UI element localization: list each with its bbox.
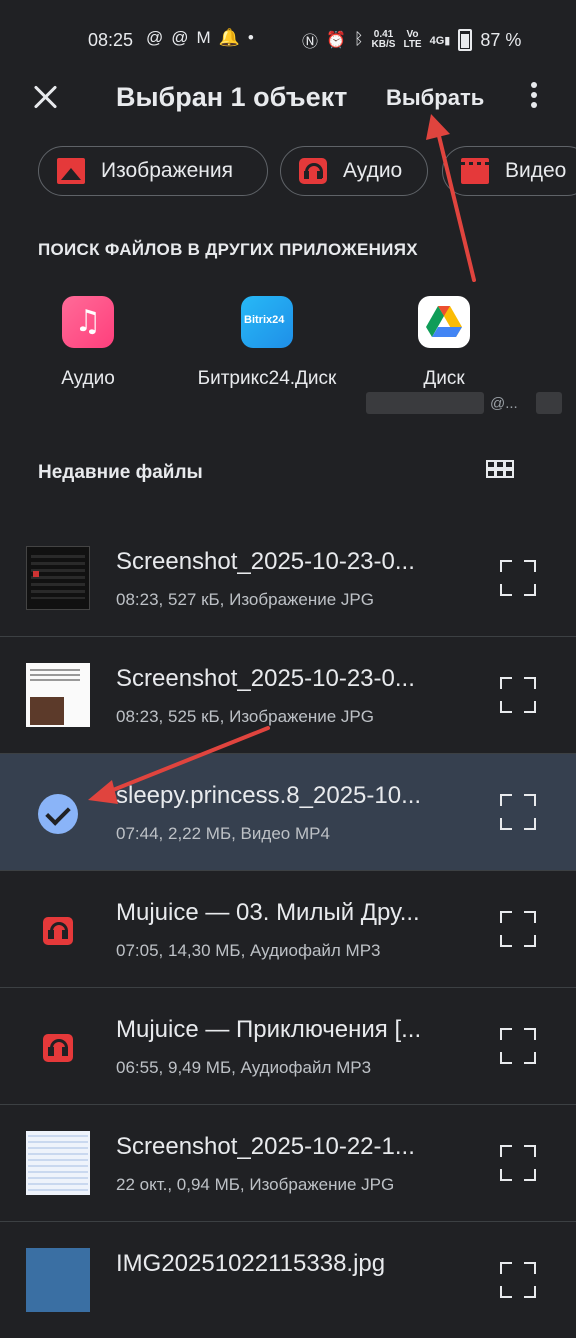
app-google-drive[interactable]: Диск <box>404 296 484 390</box>
recent-files-title: Недавние файлы <box>38 462 203 483</box>
bell-icon: 🔔 <box>218 28 240 47</box>
expand-icon[interactable] <box>498 1026 538 1066</box>
file-thumbnail <box>26 546 90 610</box>
headphones-icon <box>43 1034 73 1062</box>
gmail-icon: M <box>196 28 211 47</box>
headphones-icon <box>43 917 73 945</box>
file-name: Screenshot_2025-10-23-0... <box>116 548 415 575</box>
alarm-icon: ⏰ <box>326 32 346 49</box>
google-drive-icon <box>418 296 470 348</box>
image-icon <box>57 158 85 184</box>
toolbar: Выбран 1 объект Выбрать <box>0 68 576 128</box>
signal-icon: 4G▮ <box>429 34 451 47</box>
file-meta: 07:44, 2,22 МБ, Видео MP4 <box>116 824 330 843</box>
file-row[interactable]: Screenshot_2025-10-23-0... 08:23, 525 кБ… <box>0 637 576 754</box>
app-label: Диск <box>423 368 465 389</box>
battery-percent: 87 % <box>480 29 522 50</box>
check-circle-icon[interactable] <box>38 794 78 834</box>
file-row-selected[interactable]: sleepy.princess.8_2025-10... 07:44, 2,22… <box>0 754 576 871</box>
app-audio[interactable]: Аудио <box>50 296 126 390</box>
file-thumbnail <box>26 1131 90 1195</box>
file-row[interactable]: IMG20251022115338.jpg <box>0 1222 576 1338</box>
bluetooth-icon: ᛒ <box>353 31 364 48</box>
chip-label: Аудио <box>343 159 403 182</box>
music-note-icon <box>62 296 114 348</box>
close-icon[interactable] <box>28 80 62 114</box>
expand-icon[interactable] <box>498 909 538 949</box>
account-fragment: @... <box>490 395 518 412</box>
chip-audio[interactable]: Аудио <box>280 146 428 196</box>
headphones-icon <box>299 158 327 184</box>
chip-label: Изображения <box>101 159 233 182</box>
bitrix24-icon-text: Bitrix24 <box>244 314 285 326</box>
file-name: Screenshot_2025-10-23-0... <box>116 665 415 692</box>
page-title: Выбран 1 объект <box>116 82 348 112</box>
expand-icon[interactable] <box>498 1260 538 1300</box>
grid-view-icon[interactable] <box>486 460 514 482</box>
other-apps-title: ПОИСК ФАЙЛОВ В ДРУГИХ ПРИЛОЖЕНИЯХ <box>38 240 418 259</box>
more-options-icon[interactable] <box>524 82 544 112</box>
notification-icons: @ @ M 🔔 • <box>146 28 254 48</box>
signal-label: 4G <box>429 34 445 47</box>
file-row[interactable]: Mujuice — Приключения [... 06:55, 9,49 М… <box>0 988 576 1105</box>
category-chips: Изображения Аудио Видео <box>38 146 576 198</box>
expand-icon[interactable] <box>498 792 538 832</box>
app-label: Аудио <box>61 368 115 389</box>
file-name: Mujuice — Приключения [... <box>116 1016 422 1043</box>
file-thumbnail <box>26 663 90 727</box>
select-button[interactable]: Выбрать <box>386 85 484 111</box>
file-name: IMG20251022115338.jpg <box>116 1250 386 1277</box>
file-name: Screenshot_2025-10-22-1... <box>116 1133 415 1160</box>
app-label: Битрикс24.Диск <box>197 368 337 389</box>
bitrix24-icon: Bitrix24 <box>241 296 293 348</box>
file-row[interactable]: Mujuice — 03. Милый Дру... 07:05, 14,30 … <box>0 871 576 988</box>
file-thumbnail <box>26 1248 90 1312</box>
net-speed-unit: KB/S <box>371 39 396 50</box>
file-list: Screenshot_2025-10-23-0... 08:23, 527 кБ… <box>0 520 576 1338</box>
status-time: 08:25 <box>88 30 134 50</box>
file-meta: 22 окт., 0,94 МБ, Изображение JPG <box>116 1175 395 1194</box>
file-meta: 08:23, 527 кБ, Изображение JPG <box>116 590 374 609</box>
account-email-redacted: @... <box>366 392 576 418</box>
volte-icon: Vo LTE <box>403 30 421 50</box>
expand-icon[interactable] <box>498 1143 538 1183</box>
volte-bottom: LTE <box>403 39 422 50</box>
file-row[interactable]: Screenshot_2025-10-22-1... 22 окт., 0,94… <box>0 1105 576 1222</box>
file-name: sleepy.princess.8_2025-10... <box>116 782 422 809</box>
nfc-icon: Ⓝ <box>302 34 319 51</box>
video-icon <box>461 158 489 184</box>
chip-images[interactable]: Изображения <box>38 146 268 196</box>
net-speed: 0.41 KB/S <box>372 30 396 50</box>
file-meta: 08:23, 525 кБ, Изображение JPG <box>116 707 374 726</box>
expand-icon[interactable] <box>498 675 538 715</box>
chip-label: Видео <box>505 159 567 182</box>
at-icon: @ <box>171 28 189 47</box>
system-icons: Ⓝ ⏰ ᛒ 0.41 KB/S Vo LTE 4G▮ 87 % <box>302 28 521 52</box>
dot-icon: • <box>247 28 254 47</box>
file-name: Mujuice — 03. Милый Дру... <box>116 899 420 926</box>
app-bitrix24[interactable]: Bitrix24 Битрикс24.Диск <box>192 296 342 390</box>
file-meta: 06:55, 9,49 МБ, Аудиофайл MP3 <box>116 1058 372 1077</box>
chip-video[interactable]: Видео <box>442 146 576 196</box>
expand-icon[interactable] <box>498 558 538 598</box>
file-row[interactable]: Screenshot_2025-10-23-0... 08:23, 527 кБ… <box>0 520 576 637</box>
battery-icon <box>458 29 473 51</box>
at-icon: @ <box>146 28 164 47</box>
file-meta: 07:05, 14,30 МБ, Аудиофайл MP3 <box>116 941 381 960</box>
